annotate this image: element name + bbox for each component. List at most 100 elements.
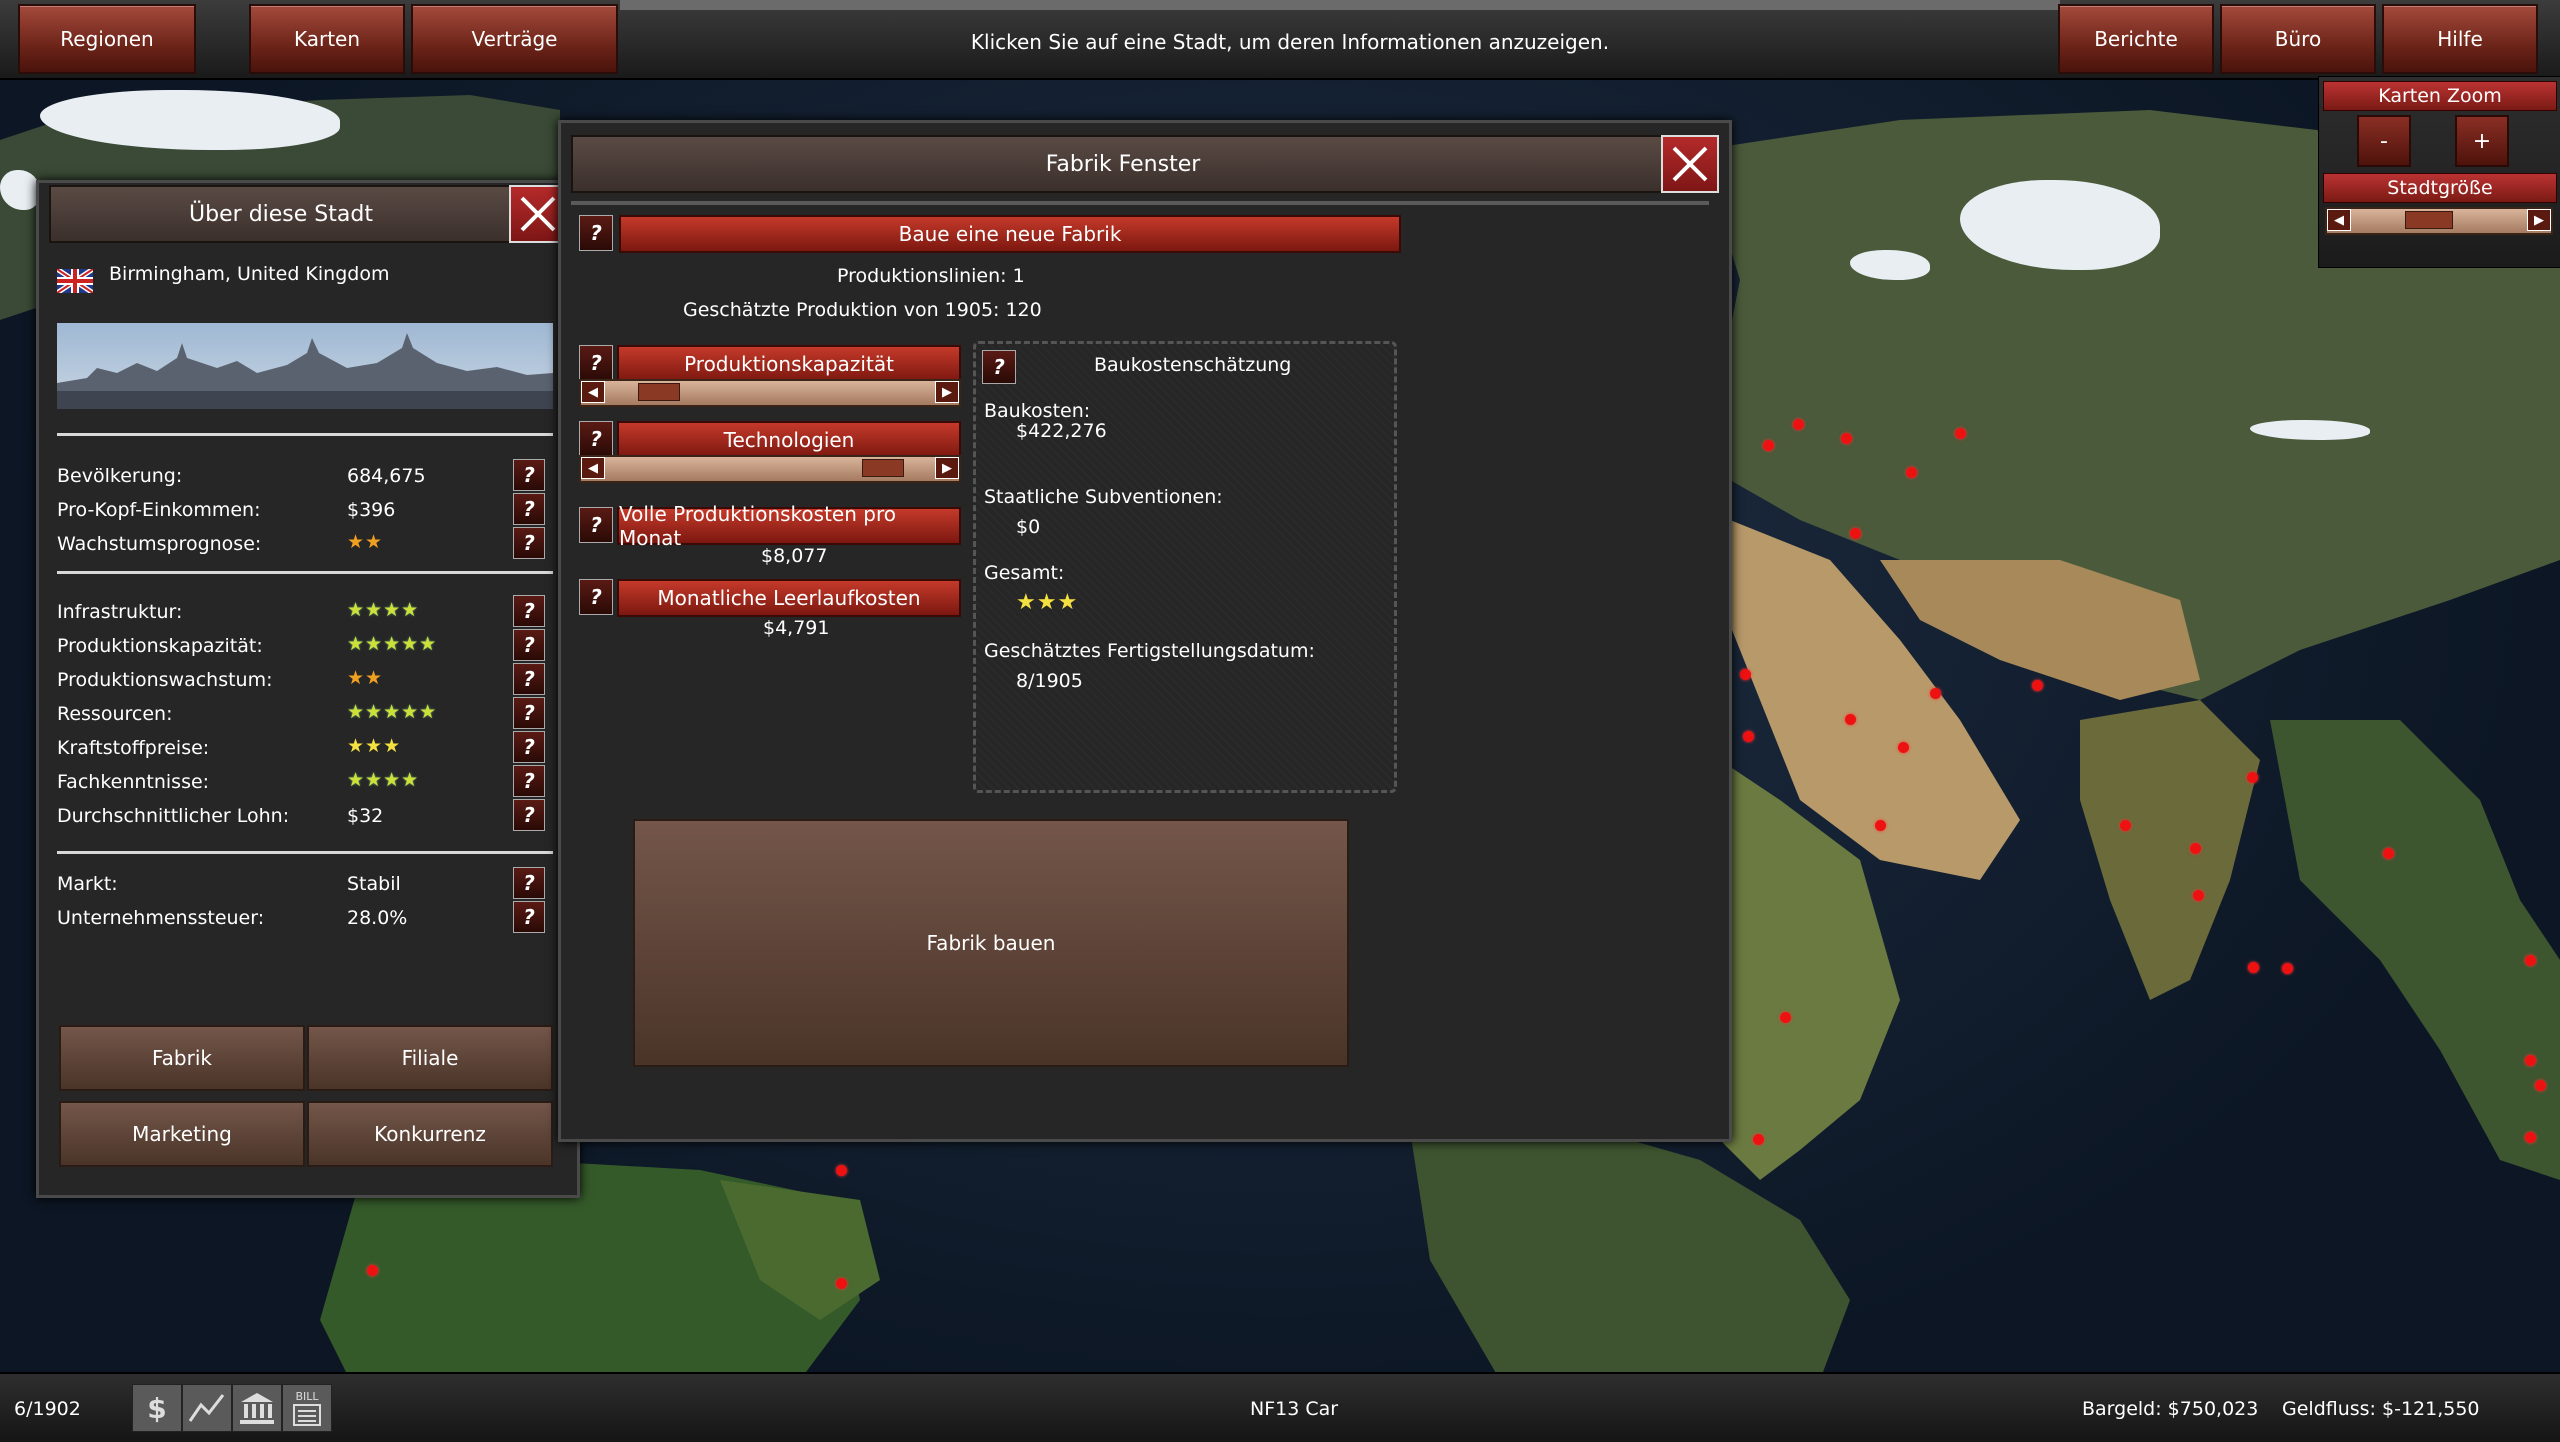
city-marker[interactable] <box>2193 890 2204 901</box>
help-income-button[interactable]: ? <box>513 493 545 525</box>
nav-maps-button[interactable]: Karten <box>249 4 405 74</box>
stat-value-corporate-tax: 28.0% <box>347 907 408 929</box>
city-marker[interactable] <box>1743 731 1754 742</box>
top-strip <box>620 0 2060 10</box>
city-marker[interactable] <box>2535 1080 2546 1091</box>
build-factory-button[interactable]: Fabrik bauen <box>633 819 1349 1067</box>
help-infrastructure-button[interactable]: ? <box>513 595 545 627</box>
close-factory-window-button[interactable] <box>1661 135 1719 193</box>
city-marker[interactable] <box>1898 742 1909 753</box>
help-population-button[interactable]: ? <box>513 459 545 491</box>
help-full-cost-button[interactable]: ? <box>579 507 613 543</box>
marketing-button[interactable]: Marketing <box>59 1101 305 1167</box>
production-capacity-slider[interactable]: ◀ ▶ <box>579 379 961 407</box>
nav-office-button[interactable]: Büro <box>2220 4 2376 74</box>
slider-thumb[interactable] <box>2405 211 2453 229</box>
city-skyline-image <box>57 323 553 409</box>
city-marker[interactable] <box>2032 680 2043 691</box>
build-new-factory-bar[interactable]: Baue eine neue Fabrik <box>619 215 1401 253</box>
branch-button[interactable]: Filiale <box>307 1025 553 1091</box>
production-lines-text: Produktionslinien: 1 <box>837 265 1025 287</box>
stat-label-population: Bevölkerung: <box>57 465 183 487</box>
city-marker[interactable] <box>836 1278 847 1289</box>
completion-date-value: 8/1905 <box>1016 670 1083 692</box>
stat-label-market: Markt: <box>57 873 118 895</box>
competition-button[interactable]: Konkurrenz <box>307 1101 553 1167</box>
help-estimate-button[interactable]: ? <box>982 350 1016 384</box>
arrow-right-icon[interactable]: ▶ <box>2527 209 2551 231</box>
factory-button[interactable]: Fabrik <box>59 1025 305 1091</box>
estimate-title: Baukostenschätzung <box>1094 354 1292 376</box>
trend-chart-icon[interactable] <box>182 1384 232 1432</box>
help-capacity-button[interactable]: ? <box>579 345 613 381</box>
city-marker[interactable] <box>1740 669 1751 680</box>
arrow-right-icon[interactable]: ▶ <box>935 457 959 479</box>
growth-forecast-stars: ★★ <box>347 531 384 553</box>
city-marker[interactable] <box>1763 440 1774 451</box>
city-marker[interactable] <box>367 1265 378 1276</box>
help-expertise-button[interactable]: ? <box>513 765 545 797</box>
slider-thumb[interactable] <box>862 459 904 477</box>
city-marker[interactable] <box>1955 428 1966 439</box>
zoom-out-button[interactable]: - <box>2357 115 2411 167</box>
city-marker[interactable] <box>1793 419 1804 430</box>
technologies-slider[interactable]: ◀ ▶ <box>579 455 961 483</box>
dollar-icon[interactable]: $ <box>132 1384 182 1432</box>
total-label: Gesamt: <box>984 562 1065 584</box>
city-marker[interactable] <box>2248 962 2259 973</box>
city-marker[interactable] <box>2525 1055 2536 1066</box>
city-marker[interactable] <box>1845 714 1856 725</box>
arrow-left-icon[interactable]: ◀ <box>581 381 605 403</box>
help-resources-button[interactable]: ? <box>513 697 545 729</box>
technologies-bar[interactable]: Technologien <box>617 421 961 459</box>
city-marker[interactable] <box>2247 772 2258 783</box>
bill-icon[interactable]: BILL <box>282 1384 332 1432</box>
city-marker[interactable] <box>1875 820 1886 831</box>
factory-window-title: Fabrik Fenster <box>571 135 1675 193</box>
city-panel-title: Über diese Stadt <box>49 185 513 243</box>
arrow-left-icon[interactable]: ◀ <box>2327 209 2351 231</box>
help-average-wage-button[interactable]: ? <box>513 799 545 831</box>
city-marker[interactable] <box>2190 843 2201 854</box>
city-marker[interactable] <box>1841 433 1852 444</box>
help-growth-forecast-button[interactable]: ? <box>513 527 545 559</box>
city-marker[interactable] <box>2383 848 2394 859</box>
zoom-in-button[interactable]: + <box>2455 115 2509 167</box>
help-market-button[interactable]: ? <box>513 867 545 899</box>
city-marker[interactable] <box>2282 963 2293 974</box>
infrastructure-stars: ★★★★ <box>347 599 420 621</box>
monthly-idle-cost-bar: Monatliche Leerlaufkosten <box>617 579 961 617</box>
help-build-new-button[interactable]: ? <box>579 215 613 251</box>
nav-contracts-button[interactable]: Verträge <box>411 4 618 74</box>
nav-reports-button[interactable]: Berichte <box>2058 4 2214 74</box>
arrow-left-icon[interactable]: ◀ <box>581 457 605 479</box>
city-marker[interactable] <box>1753 1134 1764 1145</box>
city-marker[interactable] <box>2120 820 2131 831</box>
city-marker[interactable] <box>2525 955 2536 966</box>
city-marker[interactable] <box>1780 1012 1791 1023</box>
bank-icon[interactable] <box>232 1384 282 1432</box>
help-corporate-tax-button[interactable]: ? <box>513 901 545 933</box>
city-marker[interactable] <box>1850 528 1861 539</box>
city-marker[interactable] <box>1930 688 1941 699</box>
stat-label-resources: Ressourcen: <box>57 703 173 725</box>
help-production-capacity-button[interactable]: ? <box>513 629 545 661</box>
resources-stars: ★★★★★ <box>347 701 438 723</box>
city-marker[interactable] <box>1906 467 1917 478</box>
city-marker[interactable] <box>836 1165 847 1176</box>
help-idle-cost-button[interactable]: ? <box>579 579 613 615</box>
production-capacity-bar[interactable]: Produktionskapazität <box>617 345 961 383</box>
help-production-growth-button[interactable]: ? <box>513 663 545 695</box>
completion-date-label: Geschätztes Fertigstellungsdatum: <box>984 640 1315 662</box>
arrow-right-icon[interactable]: ▶ <box>935 381 959 403</box>
city-marker[interactable] <box>2525 1132 2536 1143</box>
slider-thumb[interactable] <box>638 383 680 401</box>
help-technologies-button[interactable]: ? <box>579 421 613 457</box>
construction-cost-value: $422,276 <box>1016 420 1107 442</box>
production-growth-stars: ★★ <box>347 667 384 689</box>
nav-help-button[interactable]: Hilfe <box>2382 4 2538 74</box>
nav-regions-button[interactable]: Regionen <box>18 4 196 74</box>
bottom-status-bar: 6/1902 $ BILL NF13 Car Bargeld: $750,023… <box>0 1372 2560 1442</box>
help-fuel-prices-button[interactable]: ? <box>513 731 545 763</box>
city-size-slider[interactable]: ◀ ▶ <box>2325 207 2553 235</box>
